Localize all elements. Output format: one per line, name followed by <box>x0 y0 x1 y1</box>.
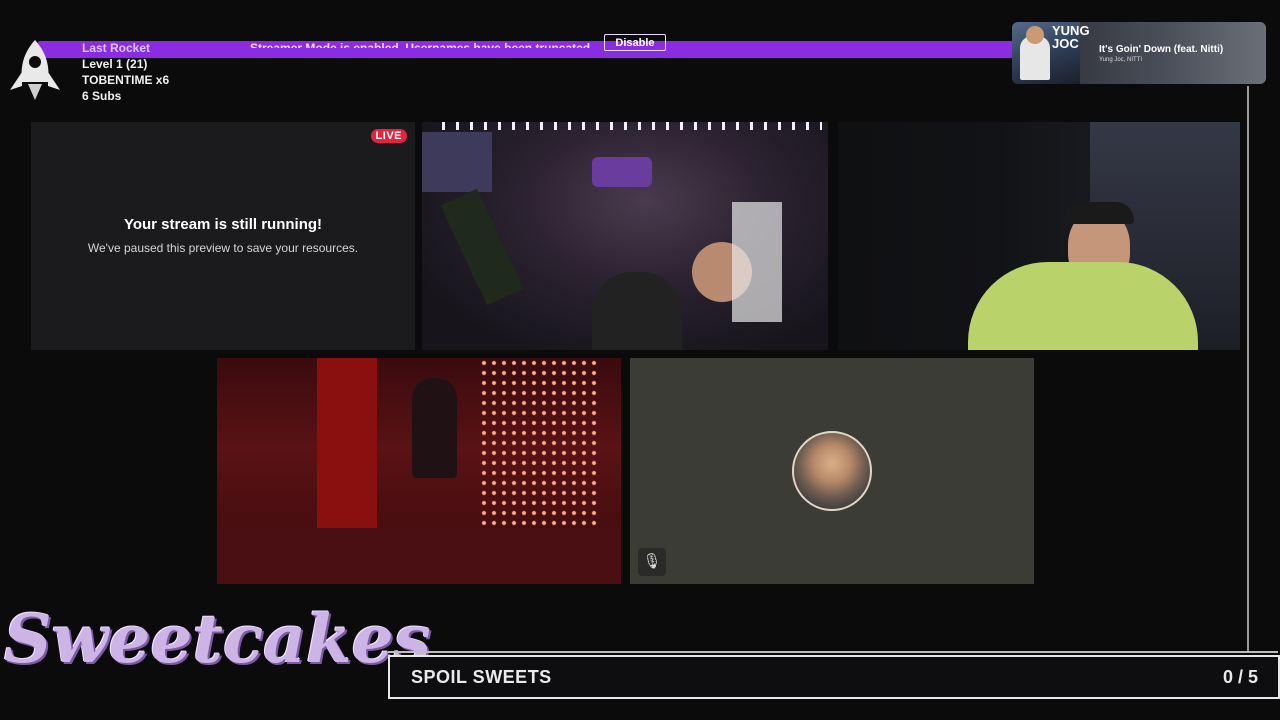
track-artist: Yung Joc, NITTI <box>1099 57 1143 63</box>
microphone-shape <box>440 188 524 306</box>
streamer-mode-text: Streamer Mode is enabled. Usernames have… <box>250 41 594 48</box>
rocket-stats: Last Rocket Level 1 (21) TOBENTIME x6 6 … <box>82 40 169 104</box>
avatar <box>792 431 872 511</box>
disable-streamer-mode-button[interactable]: Disable <box>604 34 666 51</box>
sub-goal-bar: SPOIL SWEETS 0 / 5 <box>388 655 1280 699</box>
led-wall-shape <box>479 358 599 528</box>
floor-shape <box>217 528 621 584</box>
preview-heading: Your stream is still running! <box>123 216 323 233</box>
mic-muted-icon: 🎙︎ <box>638 548 666 576</box>
dancer-shape <box>412 378 457 478</box>
album-art: YUNG JOC <box>1012 22 1090 84</box>
camera-tile-4[interactable]: 🎙︎ <box>630 358 1034 584</box>
top-contributor: TOBENTIME x6 <box>82 73 170 87</box>
stream-preview-tile[interactable]: LIVE Your stream is still running! We've… <box>31 122 415 350</box>
cap-shape <box>1064 202 1134 224</box>
goal-count: 0 / 5 <box>1222 667 1258 687</box>
jersey-shape <box>732 202 782 322</box>
album-art-text: YUNG JOC <box>1052 23 1090 51</box>
track-title: It's Goin' Down (feat. Nitti) <box>1099 44 1224 55</box>
string-lights <box>442 122 822 130</box>
last-rocket-label: Last Rocket <box>82 41 151 55</box>
camera-tile-2[interactable] <box>838 122 1240 350</box>
person-shape <box>592 272 682 350</box>
now-playing-widget: YUNG JOC It's Goin' Down (feat. Nitti) Y… <box>1012 22 1266 84</box>
flag-shape <box>422 132 492 192</box>
goal-divider <box>388 651 1278 653</box>
subs-count: 6 Subs <box>82 89 122 103</box>
preview-subtext: We've paused this preview to save your r… <box>87 241 359 255</box>
rocket-level: Level 1 (21) <box>82 57 148 71</box>
brand-logo: Sweetcakes <box>4 600 431 678</box>
camera-tile-3[interactable] <box>217 358 621 584</box>
neon-sign <box>592 157 652 187</box>
live-badge: LIVE <box>370 129 407 143</box>
frame-divider <box>1247 86 1249 652</box>
camera-tile-1[interactable] <box>422 122 828 350</box>
goal-title: SPOIL SWEETS <box>411 667 552 687</box>
rocket-icon <box>10 40 60 100</box>
